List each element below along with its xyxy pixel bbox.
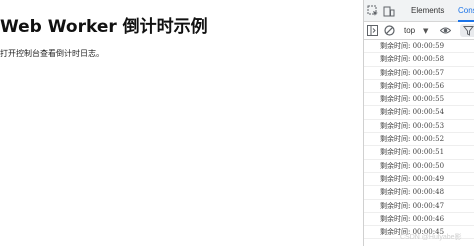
console-log-entry: 剩余时间: 00:00:47 <box>364 200 474 213</box>
console-log-entry: 剩余时间: 00:00:50 <box>364 160 474 173</box>
console-log-entry: 剩余时间: 00:00:51 <box>364 146 474 160</box>
inspect-element-icon[interactable] <box>367 5 379 17</box>
page-title: Web Worker 倒计时示例 <box>0 17 208 37</box>
watermark: CSDN @Hulyabe影 <box>400 234 462 241</box>
console-log-entry: 剩余时间: 00:00:58 <box>364 53 474 67</box>
tab-elements[interactable]: Elements <box>411 0 444 22</box>
console-log-list: 剩余时间: 00:00:59 剩余时间: 00:00:58 剩余时间: 00:00:… <box>364 40 474 240</box>
devtools-panel: Elements Cons top ▼ 剩余时间: 00:00:59剩余时间: … <box>363 0 474 246</box>
context-selector[interactable]: top <box>404 25 415 37</box>
console-log-entry: 剩余时间: 00:00:57 <box>364 67 474 80</box>
clear-console-icon[interactable] <box>384 25 395 36</box>
console-log-entry: 剩余时间: 00:00:52 <box>364 133 474 147</box>
sidebar-toggle-icon[interactable] <box>367 25 378 36</box>
chevron-down-icon[interactable]: ▼ <box>423 25 428 37</box>
console-log-entry: 剩余时间: 00:00:49 <box>364 173 474 187</box>
page-description: 打开控制台查看倒计时日志。 <box>0 49 104 58</box>
tab-console[interactable]: Cons <box>458 0 474 22</box>
devtools-tabbar: Elements Cons <box>364 0 474 22</box>
filter-input[interactable] <box>460 24 474 37</box>
console-toolbar: top ▼ <box>364 22 474 40</box>
device-toolbar-icon[interactable] <box>383 5 395 17</box>
page-content: Web Worker 倒计时示例 打开控制台查看倒计时日志。 <box>0 0 363 246</box>
filter-icon <box>462 25 474 36</box>
console-log-entry: 剩余时间: 00:00:46 <box>364 213 474 227</box>
console-log-entry: 剩余时间: 00:00:53 <box>364 120 474 134</box>
console-log-entry: 剩余时间: 00:00:54 <box>364 106 474 120</box>
console-log-entry: 剩余时间: 00:00:48 <box>364 186 474 200</box>
console-log-entry: 剩余时间: 00:00:59 <box>364 40 474 54</box>
console-log-entry: 剩余时间: 00:00:55 <box>364 93 474 107</box>
console-log-entry: 剩余时间: 00:00:56 <box>364 80 474 94</box>
live-expression-eye-icon[interactable] <box>439 25 452 36</box>
